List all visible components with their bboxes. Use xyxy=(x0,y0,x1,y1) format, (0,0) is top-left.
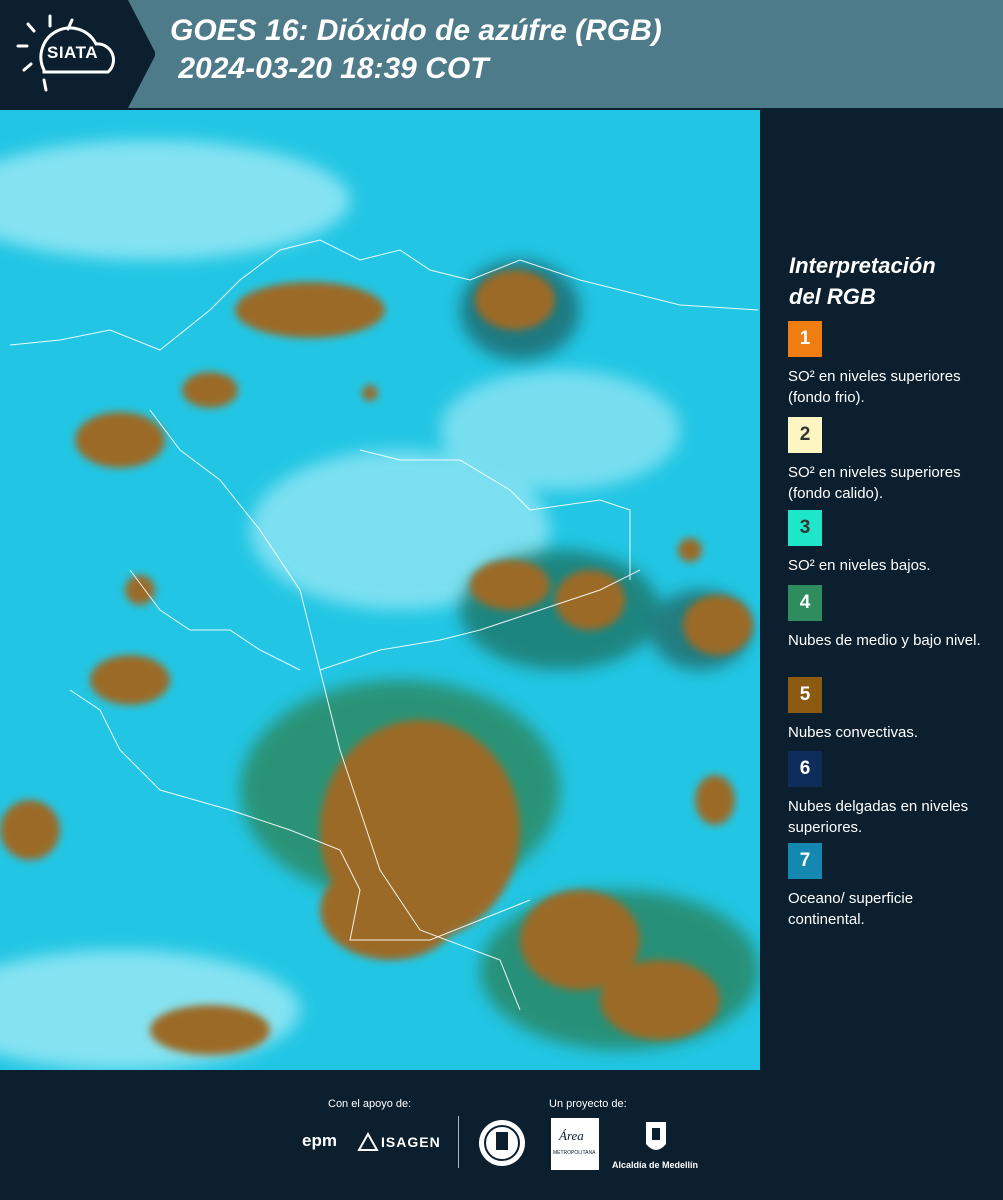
area-metropolitana-logo: Área METROPOLITANA xyxy=(551,1118,599,1170)
header-bar: SIATA GOES 16: Dióxido de azúfre (RGB) 2… xyxy=(0,0,1003,108)
legend-swatch: 1 xyxy=(788,321,822,357)
title-line-2: 2024-03-20 18:39 COT xyxy=(170,52,489,85)
legend-item: 6 Nubes delgadas en niveles superiores. xyxy=(788,751,993,838)
isagen-icon xyxy=(357,1132,379,1151)
title-line-1: GOES 16: Dióxido de azúfre (RGB) xyxy=(170,14,662,47)
legend-title-line-2: del RGB xyxy=(789,284,876,309)
area-logo-subtext: METROPOLITANA xyxy=(553,1150,596,1156)
medellin-coat-of-arms-icon xyxy=(646,1122,666,1150)
footer: Con el apoyo de: Un proyecto de: epm ISA… xyxy=(0,1070,1003,1200)
legend-swatch: 6 xyxy=(788,751,822,787)
page-title: GOES 16: Dióxido de azúfre (RGB) 2024-03… xyxy=(170,12,662,88)
legend-swatch: 3 xyxy=(788,510,822,546)
medellin-seal-icon xyxy=(479,1120,525,1166)
legend-swatch: 5 xyxy=(788,677,822,713)
isagen-logo: ISAGEN xyxy=(381,1134,441,1150)
satellite-map xyxy=(0,110,760,1070)
legend-text: SO² en niveles superiores (fondo frio). xyxy=(788,368,961,406)
legend-title-line-1: Interpretación xyxy=(789,253,936,278)
legend-text: SO² en niveles bajos. xyxy=(788,557,931,574)
legend-text: Oceano/ superficie continental. xyxy=(788,890,914,928)
legend-item: 5 Nubes convectivas. xyxy=(788,677,993,743)
support-label: Con el apoyo de: xyxy=(328,1098,412,1110)
legend-item: 3 SO² en niveles bajos. xyxy=(788,510,993,576)
legend-panel: Interpretación del RGB 1 SO² en niveles s… xyxy=(760,110,1003,1070)
legend-text: Nubes de medio y bajo nivel. xyxy=(788,632,981,649)
project-label: Un proyecto de: xyxy=(549,1098,627,1110)
legend-item: 4 Nubes de medio y bajo nivel. xyxy=(788,585,993,651)
legend-swatch: 4 xyxy=(788,585,822,621)
legend-text: Nubes convectivas. xyxy=(788,724,919,741)
legend-swatch: 2 xyxy=(788,417,822,453)
legend-title: Interpretación del RGB xyxy=(789,250,989,312)
legend-text: SO² en niveles superiores (fondo calido)… xyxy=(788,464,961,502)
footer-divider xyxy=(458,1116,459,1168)
area-logo-text: Área xyxy=(559,1128,584,1143)
legend-text: Nubes delgadas en niveles superiores. xyxy=(788,798,969,836)
legend-item: 7 Oceano/ superficie continental. xyxy=(788,843,993,930)
logo-panel: SIATA xyxy=(0,0,155,108)
legend-swatch: 7 xyxy=(788,843,822,879)
alcaldia-medellin-logo: Alcaldía de Medellín xyxy=(612,1160,699,1170)
epm-logo: epm xyxy=(302,1131,337,1150)
legend-item: 2 SO² en niveles superiores (fondo calid… xyxy=(788,417,993,504)
legend-item: 1 SO² en niveles superiores (fondo frio)… xyxy=(788,321,993,408)
logo-text: SIATA xyxy=(47,43,98,62)
